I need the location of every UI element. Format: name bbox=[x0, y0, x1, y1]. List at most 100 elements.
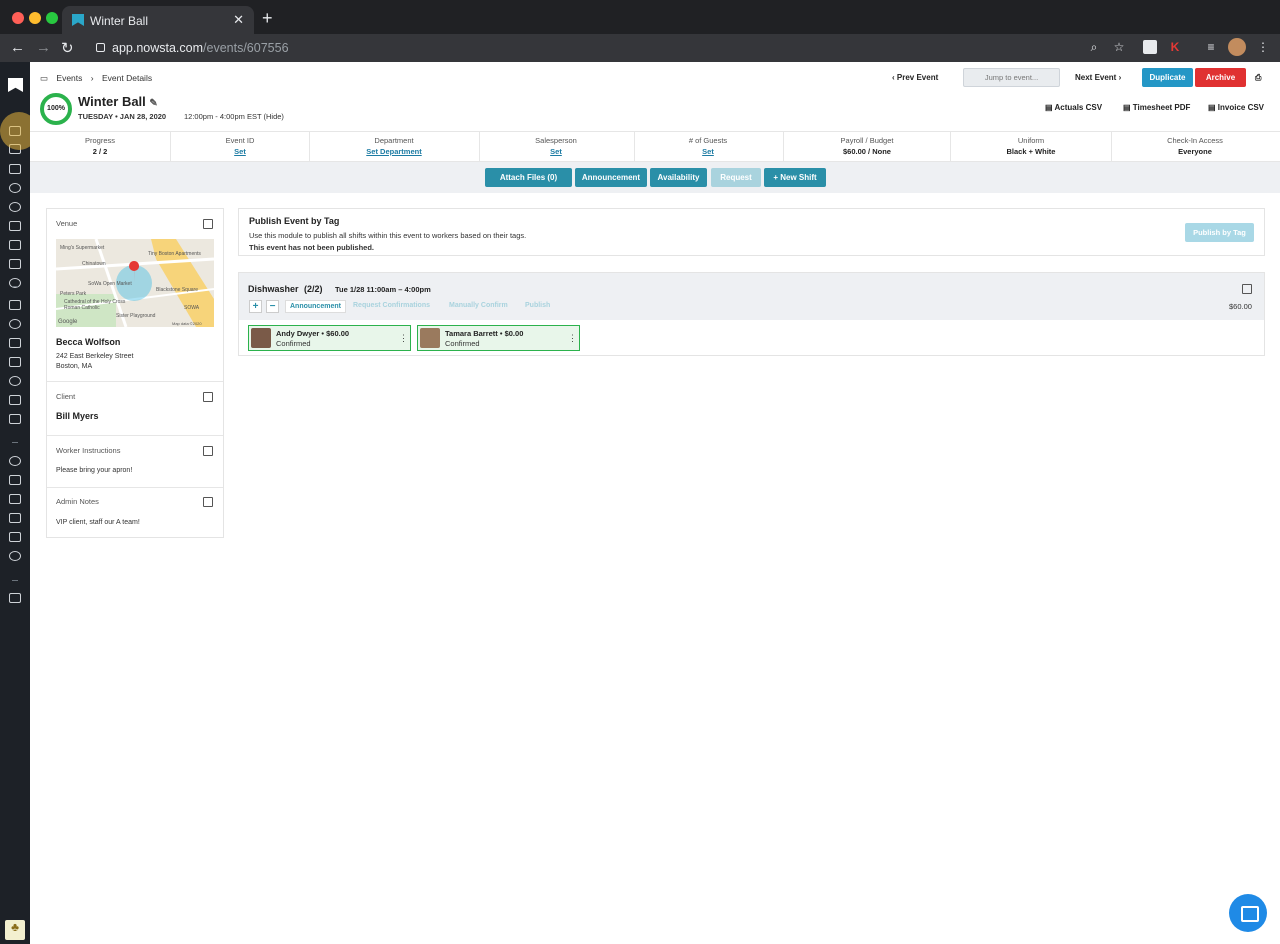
set-event-id-link[interactable]: Set bbox=[190, 147, 290, 156]
edit-instructions-icon[interactable] bbox=[203, 446, 213, 456]
manually-confirm-button[interactable]: Manually Confirm bbox=[449, 302, 508, 309]
next-event-button[interactable]: Next Event › bbox=[1075, 73, 1121, 82]
duplicate-button[interactable]: Duplicate bbox=[1142, 68, 1193, 87]
set-department-link[interactable]: Set Department bbox=[344, 147, 444, 156]
stat-divider bbox=[783, 132, 784, 162]
set-guests-link[interactable]: Set bbox=[658, 147, 758, 156]
print-icon[interactable]: ⎙ bbox=[1255, 73, 1261, 83]
chat-support-button[interactable] bbox=[1229, 894, 1267, 932]
announcement-button[interactable]: Announcement bbox=[575, 168, 647, 187]
new-tab-button[interactable]: + bbox=[262, 8, 273, 29]
team-icon[interactable] bbox=[9, 221, 21, 231]
extension-icon[interactable] bbox=[1143, 40, 1157, 54]
document-icon[interactable] bbox=[9, 300, 21, 310]
edit-shift-icon[interactable] bbox=[1242, 284, 1252, 294]
snowflake-icon[interactable] bbox=[9, 551, 21, 561]
logout-icon[interactable] bbox=[9, 593, 21, 603]
set-salesperson-link[interactable]: Set bbox=[506, 147, 606, 156]
worker-card[interactable]: Tamara Barrett • $0.00 Confirmed ⋮ bbox=[417, 325, 580, 351]
tag-icon[interactable] bbox=[9, 414, 21, 424]
prev-event-button[interactable]: ‹ Prev Event bbox=[892, 73, 938, 82]
badge-icon[interactable] bbox=[9, 319, 21, 329]
shift-role: Dishwasher bbox=[248, 284, 299, 294]
worker-card[interactable]: Andy Dwyer • $60.00 Confirmed ⋮ bbox=[248, 325, 411, 351]
edit-icon[interactable]: ✎ bbox=[149, 98, 157, 109]
invoice-csv-link[interactable]: ▤ Invoice CSV bbox=[1208, 103, 1264, 112]
event-stats-bar: Progress 2 / 2 Event ID Set Department Set … bbox=[30, 131, 1280, 162]
bookmark-star-icon[interactable]: ☆ bbox=[1112, 40, 1126, 54]
prev-event-label: Prev Event bbox=[896, 73, 939, 82]
availability-button[interactable]: Availability bbox=[650, 168, 707, 187]
url-host: app.nowsta.com bbox=[112, 41, 204, 55]
shift-rate: $60.00 bbox=[1229, 302, 1252, 311]
add-worker-button[interactable]: + bbox=[249, 300, 262, 313]
media-queue-icon[interactable]: ≡ bbox=[1204, 40, 1218, 54]
back-arrow-icon[interactable]: ← bbox=[10, 39, 25, 56]
address-bar[interactable]: app.nowsta.com/events/607556 bbox=[88, 37, 1108, 59]
file-icon[interactable] bbox=[9, 532, 21, 542]
event-time[interactable]: 12:00pm - 4:00pm EST (Hide) bbox=[184, 112, 284, 121]
map-attribution: Map data ©2020 bbox=[172, 321, 202, 326]
diamond-icon[interactable] bbox=[9, 202, 21, 212]
chrome-menu-icon[interactable]: ⋮ bbox=[1256, 40, 1270, 54]
org-chart-icon[interactable] bbox=[9, 513, 21, 523]
card-divider bbox=[47, 435, 223, 436]
close-window-button[interactable] bbox=[12, 12, 24, 24]
more-options-icon[interactable]: ⋮ bbox=[568, 333, 577, 344]
stat-salesperson: Salesperson Set bbox=[506, 136, 606, 156]
minimize-window-button[interactable] bbox=[29, 12, 41, 24]
jump-to-event-input[interactable]: Jump to event... bbox=[963, 68, 1060, 87]
location-pin-icon[interactable] bbox=[9, 376, 21, 386]
attach-files-button[interactable]: Attach Files (0) bbox=[485, 168, 572, 187]
stat-divider bbox=[634, 132, 635, 162]
stat-label: Progress bbox=[84, 136, 115, 145]
forward-arrow-icon[interactable]: → bbox=[36, 39, 51, 56]
nowsta-logo[interactable] bbox=[8, 78, 23, 92]
map-label: Tiny Boston Apartments bbox=[148, 251, 201, 257]
reload-icon[interactable]: ↻ bbox=[61, 39, 74, 57]
breadcrumb-events-link[interactable]: Events bbox=[56, 73, 82, 83]
venue-label: Venue bbox=[56, 219, 78, 228]
browser-tab[interactable]: Winter Ball ✕ bbox=[62, 6, 254, 34]
new-shift-button[interactable]: + New Shift bbox=[764, 168, 826, 187]
publish-by-tag-button[interactable]: Publish by Tag bbox=[1185, 223, 1254, 242]
stat-label: # of Guests bbox=[688, 136, 728, 145]
shift-publish-button[interactable]: Publish bbox=[525, 302, 550, 309]
maximize-window-button[interactable] bbox=[46, 12, 58, 24]
sidebar-divider bbox=[12, 580, 18, 581]
nowsta-favicon-icon bbox=[72, 14, 84, 26]
venue-map[interactable]: Ming's Supermarket Tiny Boston Apartment… bbox=[56, 239, 214, 327]
extension-k-icon[interactable]: K bbox=[1168, 40, 1182, 54]
timesheet-pdf-link[interactable]: ▤ Timesheet PDF bbox=[1123, 103, 1190, 112]
user-icon[interactable] bbox=[9, 456, 21, 466]
chart-icon[interactable] bbox=[9, 240, 21, 250]
search-icon[interactable]: ⌕ bbox=[1087, 40, 1101, 54]
clipboard-icon[interactable] bbox=[9, 395, 21, 405]
map-label: SOWA bbox=[184, 305, 200, 311]
worker-instructions-text: Please bring your apron! bbox=[56, 467, 133, 474]
stat-divider bbox=[309, 132, 310, 162]
group-icon[interactable] bbox=[9, 338, 21, 348]
edit-venue-icon[interactable] bbox=[203, 219, 213, 229]
breadcrumb: ▭ Events › Event Details bbox=[40, 73, 158, 84]
request-button[interactable]: Request bbox=[711, 168, 761, 187]
timesheet-pdf-label: Timesheet PDF bbox=[1132, 103, 1191, 112]
request-confirmations-button[interactable]: Request Confirmations bbox=[353, 302, 430, 309]
edit-client-icon[interactable] bbox=[203, 392, 213, 402]
schedule-icon[interactable] bbox=[9, 164, 21, 174]
actuals-csv-link[interactable]: ▤ Actuals CSV bbox=[1045, 103, 1102, 112]
cash-icon[interactable] bbox=[9, 259, 21, 269]
remove-worker-button[interactable]: − bbox=[266, 300, 279, 313]
credit-card-icon[interactable] bbox=[9, 494, 21, 504]
more-options-icon[interactable]: ⋮ bbox=[399, 333, 408, 344]
archive-button[interactable]: Archive bbox=[1195, 68, 1246, 87]
shift-announcement-button[interactable]: Announcement bbox=[285, 300, 346, 313]
clock-icon[interactable] bbox=[9, 183, 21, 193]
map-label: SoWa Open Market bbox=[88, 281, 132, 287]
edit-notes-icon[interactable] bbox=[203, 497, 213, 507]
pineapple-icon[interactable]: ♣ bbox=[5, 920, 25, 940]
building-icon[interactable] bbox=[9, 357, 21, 367]
lightning-icon[interactable] bbox=[9, 475, 21, 485]
close-tab-icon[interactable]: ✕ bbox=[233, 12, 244, 28]
profile-avatar[interactable] bbox=[1228, 38, 1246, 56]
